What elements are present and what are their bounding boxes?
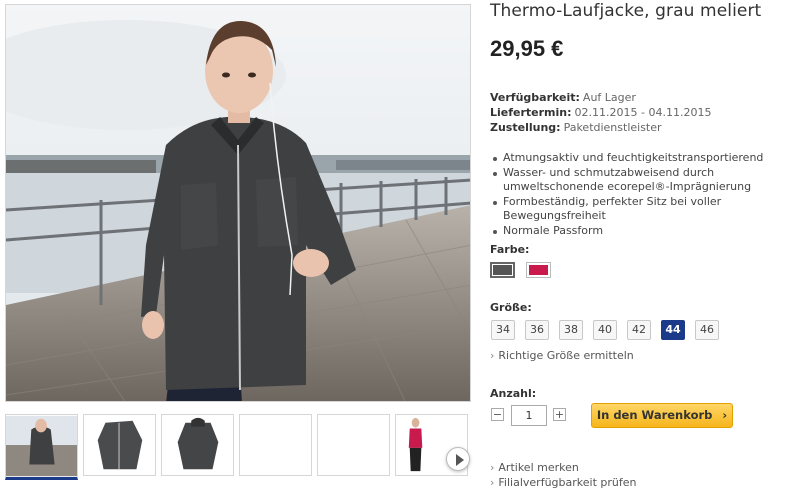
chevron-right-icon: ›	[722, 408, 728, 422]
size-option-34[interactable]: 34	[491, 320, 515, 340]
size-option-42[interactable]: 42	[627, 320, 651, 340]
size-guide-label: Richtige Größe ermitteln	[498, 349, 634, 362]
quantity-increment-button[interactable]: +	[553, 408, 566, 421]
shipping-label: Zustellung:	[490, 121, 561, 134]
size-option-38[interactable]: 38	[559, 320, 583, 340]
color-swatch-pink[interactable]	[526, 262, 551, 278]
chevron-right-icon: ›	[490, 476, 495, 489]
quantity-decrement-button[interactable]: −	[491, 408, 504, 421]
wishlist-label: Artikel merken	[498, 461, 579, 474]
product-title: Thermo-Laufjacke, grau meliert	[490, 1, 762, 21]
delivery-info: Verfügbarkeit: Auf Lager Liefertermin: 02.…	[490, 90, 711, 135]
feature-list: Atmungsaktiv und feuchtigkeitstransporti…	[490, 151, 800, 238]
delivery-date-row: Liefertermin: 02.11.2015 - 04.11.2015	[490, 105, 711, 120]
thumbnail-3[interactable]	[161, 414, 234, 476]
availability-label: Verfügbarkeit:	[490, 91, 580, 104]
thumbnail-5[interactable]	[317, 414, 390, 476]
main-product-image[interactable]	[5, 4, 471, 402]
size-option-36[interactable]: 36	[525, 320, 549, 340]
quantity-label: Anzahl:	[490, 387, 537, 400]
delivery-date-label: Liefertermin:	[490, 106, 572, 119]
thumbnail-2[interactable]	[83, 414, 156, 476]
availability-value: Auf Lager	[582, 91, 636, 104]
feature-item: Formbeständig, perfekter Sitz bei voller…	[490, 195, 800, 224]
store-availability-label: Filialverfügbarkeit prüfen	[498, 476, 637, 489]
feature-item: Atmungsaktiv und feuchtigkeitstransporti…	[490, 151, 800, 166]
size-option-44[interactable]: 44	[661, 320, 685, 340]
chevron-right-icon: ›	[490, 349, 495, 362]
add-to-cart-button[interactable]: In den Warenkorb ›	[591, 403, 733, 428]
size-label: Größe:	[490, 301, 532, 314]
product-price: 29,95 €	[490, 36, 564, 61]
feature-item: Wasser- und schmutzabweisend durch umwel…	[490, 166, 800, 195]
chevron-right-icon: ›	[490, 461, 495, 474]
size-guide-link[interactable]: › Richtige Größe ermitteln	[490, 349, 634, 362]
color-swatch-grey[interactable]	[490, 262, 515, 278]
shipping-row: Zustellung: Paketdienstleister	[490, 120, 711, 135]
color-label: Farbe:	[490, 243, 530, 256]
feature-item: Normale Passform	[490, 224, 800, 239]
size-option-46[interactable]: 46	[695, 320, 719, 340]
size-option-40[interactable]: 40	[593, 320, 617, 340]
shipping-value: Paketdienstleister	[563, 121, 662, 134]
thumbnail-4[interactable]	[239, 414, 312, 476]
play-next-icon[interactable]	[446, 447, 470, 471]
delivery-date-value: 02.11.2015 - 04.11.2015	[574, 106, 712, 119]
quantity-input[interactable]	[511, 405, 547, 426]
store-availability-link[interactable]: › Filialverfügbarkeit prüfen	[490, 476, 636, 489]
wishlist-link[interactable]: › Artikel merken	[490, 461, 579, 474]
add-to-cart-label: In den Warenkorb	[596, 408, 713, 422]
availability-row: Verfügbarkeit: Auf Lager	[490, 90, 711, 105]
thumbnail-1[interactable]	[5, 414, 78, 480]
